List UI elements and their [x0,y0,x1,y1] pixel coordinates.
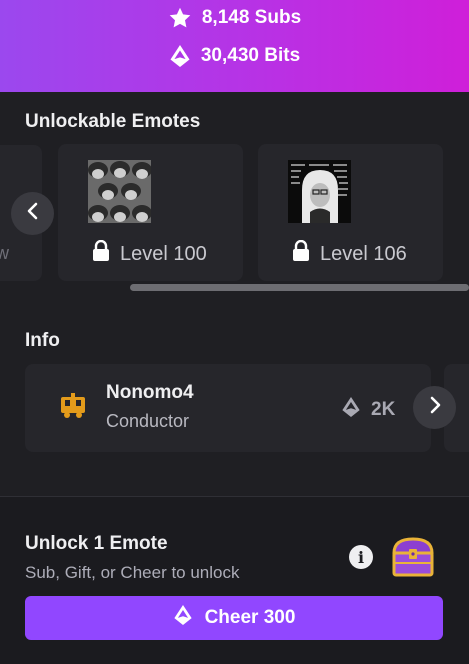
star-icon [168,6,192,30]
bits-icon [173,604,193,632]
emote-carousel: w Level 100 Level 106 [0,143,469,283]
subs-count: 8,148 Subs [201,7,302,28]
info-next-button[interactable] [413,386,456,429]
bits-count: 30,430 Bits [200,45,301,66]
info-bits: 2K [341,396,395,424]
partial-card-text: w [0,243,9,263]
info-bits-value: 2K [371,399,396,420]
treasure-chest-icon [390,533,436,584]
train-icon [58,393,88,424]
emote-lock-level: Level 106 [292,239,407,268]
chevron-left-icon [26,202,40,225]
emote-image [88,160,151,223]
info-role: Conductor [106,411,190,431]
bits-stat: 30,430 Bits [0,44,469,68]
emote-level-label: Level 100 [120,242,207,265]
unlock-title: Unlock 1 Emote [25,533,168,554]
info-icon[interactable]: i [349,545,373,569]
bits-icon [169,44,191,68]
emote-lock-level: Level 100 [92,239,207,268]
info-section-title: Info [25,330,60,351]
unlock-panel: Unlock 1 Emote Sub, Gift, or Cheer to un… [0,496,469,664]
info-card[interactable]: Nonomo4 Conductor 2K [25,364,431,452]
emotes-section-title: Unlockable Emotes [25,111,201,132]
cheer-button[interactable]: Cheer 300 [25,596,443,640]
emote-card[interactable]: Level 106 [258,144,443,281]
lock-icon [292,239,310,268]
lock-icon [92,239,110,268]
bits-icon [341,396,361,424]
stats-banner: 8,148 Subs 30,430 Bits [0,0,469,92]
cheer-button-label: Cheer 300 [204,607,296,628]
carousel-scrollbar[interactable] [130,284,469,291]
emote-image [288,160,351,223]
chevron-right-icon [428,396,442,419]
info-name: Nonomo4 [106,382,194,403]
unlock-subtitle: Sub, Gift, or Cheer to unlock [25,563,240,582]
emote-card[interactable]: Level 100 [58,144,243,281]
subs-stat: 8,148 Subs [0,6,469,30]
carousel-prev-button[interactable] [11,192,54,235]
emote-level-label: Level 106 [320,242,407,265]
